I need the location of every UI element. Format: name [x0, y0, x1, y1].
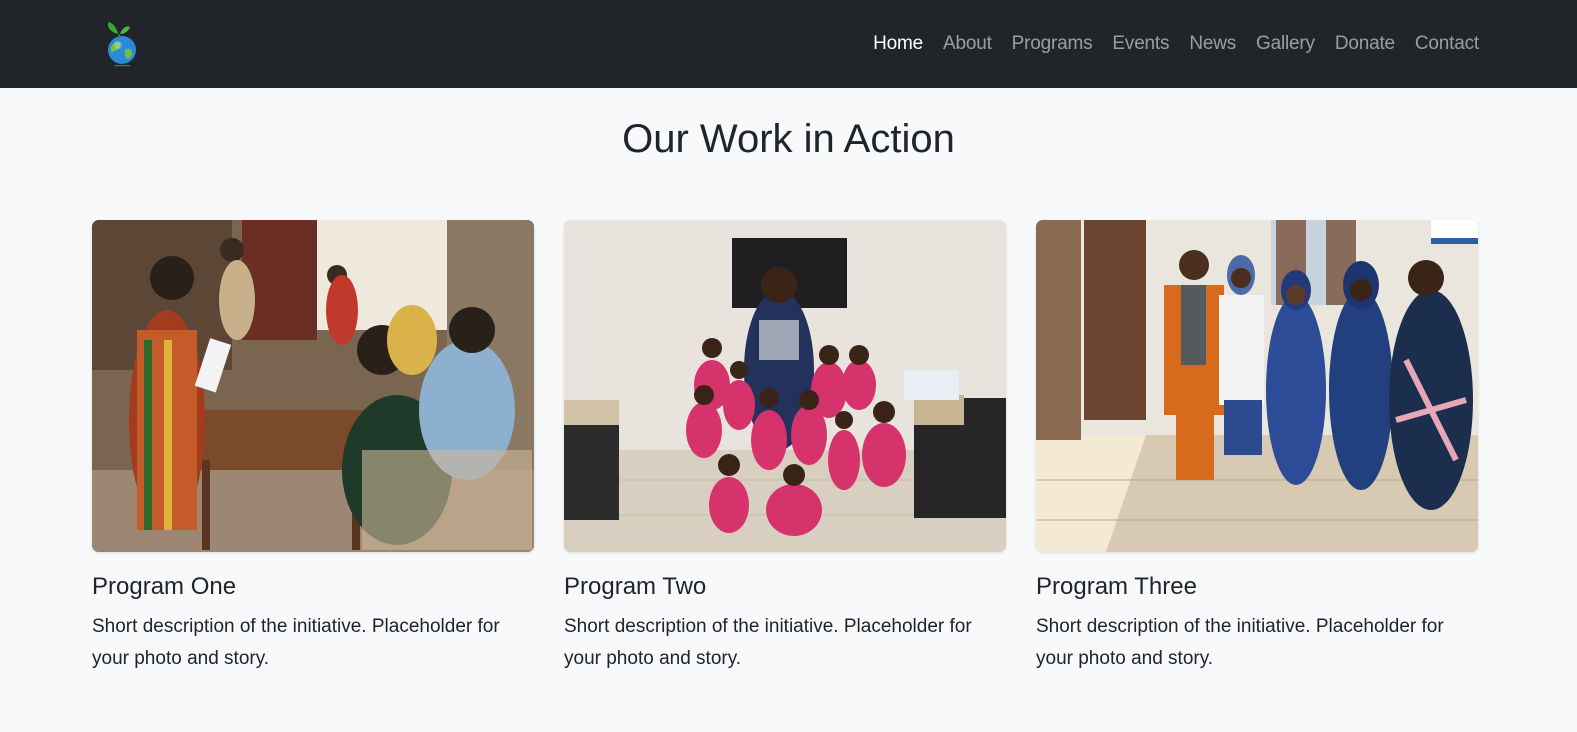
program-card: Program Three Short description of the i…	[1036, 220, 1478, 675]
program-one-photo	[92, 220, 534, 552]
program-card: Program One Short description of the ini…	[92, 220, 534, 675]
card-text: Short description of the initiative. Pla…	[1036, 616, 1444, 669]
nav-link-donate[interactable]: Donate	[1335, 33, 1395, 55]
program-cards: Program One Short description of the ini…	[0, 220, 1577, 675]
section-title: Our Work in Action	[622, 117, 955, 161]
program-two-photo	[564, 220, 1006, 552]
nav-link-home[interactable]: Home	[873, 33, 923, 55]
nav-link-programs[interactable]: Programs	[1012, 33, 1093, 55]
nav-link-news[interactable]: News	[1189, 33, 1236, 55]
program-card: Program Two Short description of the ini…	[564, 220, 1006, 675]
nav-link-events[interactable]: Events	[1112, 33, 1169, 55]
card-title: Program Three	[1036, 573, 1197, 600]
nav-link-contact[interactable]: Contact	[1415, 33, 1479, 55]
nav-link-about[interactable]: About	[943, 33, 992, 55]
nav-link-gallery[interactable]: Gallery	[1256, 33, 1315, 55]
card-title: Program One	[92, 573, 237, 600]
card-title: Program Two	[564, 573, 707, 600]
card-text: Short description of the initiative. Pla…	[92, 616, 500, 669]
card-text: Short description of the initiative. Pla…	[564, 616, 972, 669]
logo-icon[interactable]	[100, 20, 142, 68]
navbar: Home About Programs Events News Gallery …	[0, 0, 1577, 88]
program-three-photo	[1036, 220, 1478, 552]
nav-links: Home About Programs Events News Gallery …	[853, 33, 1479, 55]
